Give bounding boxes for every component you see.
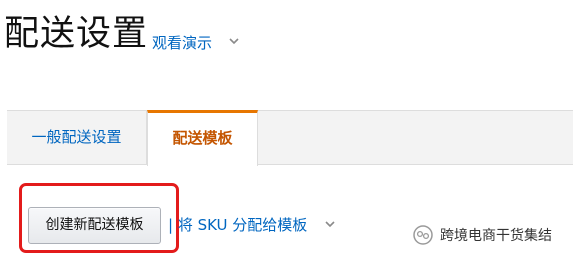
watermark-text: 跨境电商干货集结 <box>440 228 552 244</box>
tab-bar-edge <box>0 110 7 165</box>
page-title: 配送设置 <box>4 14 149 54</box>
shipping-settings-page: 配送设置 观看演示 一般配送设置 配送模板 创建新配送模板 | 将 SKU 分配… <box>0 0 573 261</box>
watermark: 跨境电商干货集结 <box>412 224 552 246</box>
create-new-shipping-template-button[interactable]: 创建新配送模板 <box>28 207 161 244</box>
chevron-down-icon[interactable] <box>324 214 336 234</box>
chevron-down-icon[interactable] <box>228 31 240 51</box>
tab-shipping-templates[interactable]: 配送模板 <box>147 110 258 166</box>
wechat-official-account-icon <box>413 225 433 245</box>
tab-general-shipping-settings[interactable]: 一般配送设置 <box>7 111 147 164</box>
assign-sku-to-template-link[interactable]: | 将 SKU 分配给模板 <box>168 215 307 235</box>
watch-demo-link[interactable]: 观看演示 <box>152 33 212 53</box>
